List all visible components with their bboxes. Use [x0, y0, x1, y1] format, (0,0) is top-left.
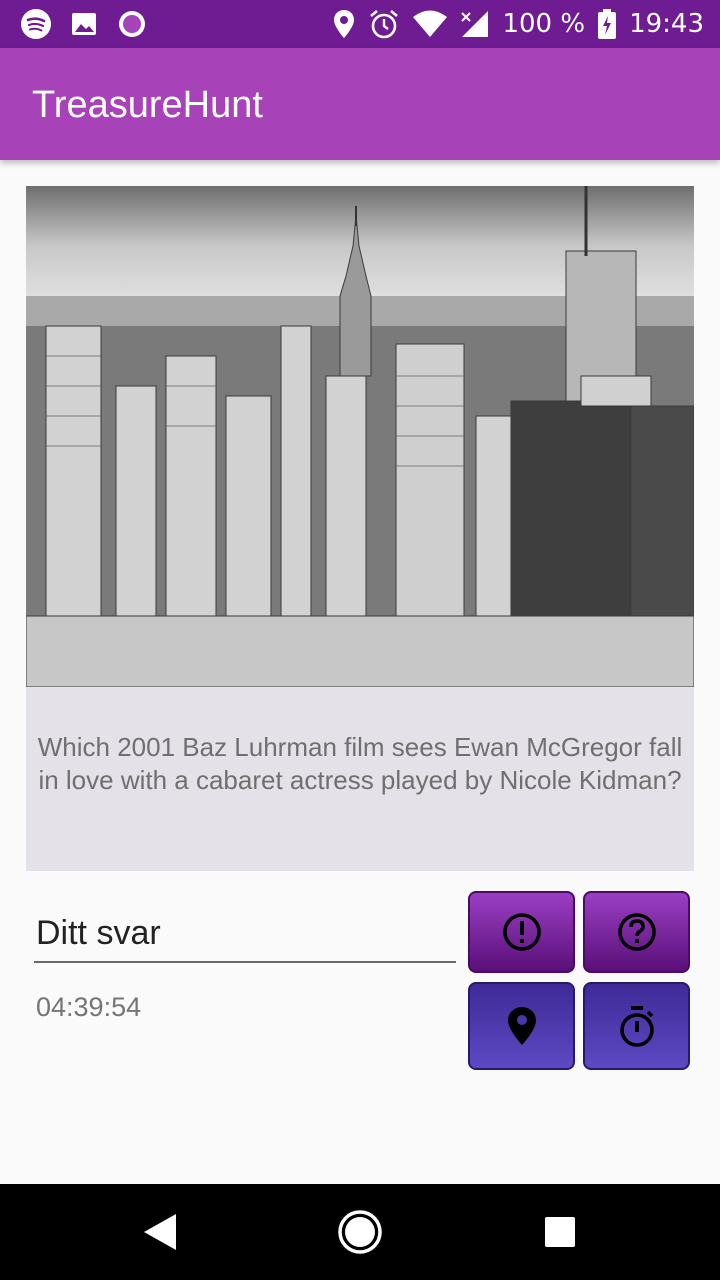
app-bar: TreasureHunt [0, 48, 720, 160]
stopwatch-icon [617, 1004, 657, 1048]
question-icon [616, 911, 658, 953]
countdown-timer: 04:39:54 [36, 992, 142, 1022]
timer-button[interactable] [583, 982, 690, 1070]
help-button[interactable] [583, 891, 690, 973]
notification-icons [20, 8, 148, 40]
recents-button[interactable] [510, 1184, 610, 1280]
app-title: TreasureHunt [32, 84, 263, 126]
location-icon [332, 8, 356, 40]
location-button[interactable] [468, 982, 575, 1070]
gallery-icon [68, 8, 100, 40]
battery-charging-icon [597, 8, 617, 40]
wifi-icon [412, 9, 448, 39]
home-button[interactable] [310, 1184, 410, 1280]
home-icon [337, 1209, 383, 1255]
back-button[interactable] [110, 1184, 210, 1280]
city-skyline-photo [26, 186, 694, 687]
exclamation-icon [501, 911, 543, 953]
record-icon [116, 8, 148, 40]
battery-percent: 100 % [502, 9, 586, 39]
question-card: Which 2001 Baz Luhrman film sees Ewan Mc… [26, 186, 694, 871]
navigation-bar [0, 1184, 720, 1280]
hint-button[interactable] [468, 891, 575, 973]
signal-icon [460, 9, 490, 39]
clock: 19:43 [629, 9, 704, 39]
system-icons: 100 % 19:43 [332, 6, 704, 42]
answer-input[interactable] [34, 905, 456, 963]
recents-icon [544, 1216, 576, 1248]
status-bar: 100 % 19:43 [0, 0, 720, 48]
location-pin-icon [506, 1005, 538, 1047]
alarm-icon [368, 8, 400, 40]
question-text: Which 2001 Baz Luhrman film sees Ewan Mc… [37, 732, 683, 795]
spotify-icon [20, 8, 52, 40]
back-icon [142, 1212, 178, 1252]
